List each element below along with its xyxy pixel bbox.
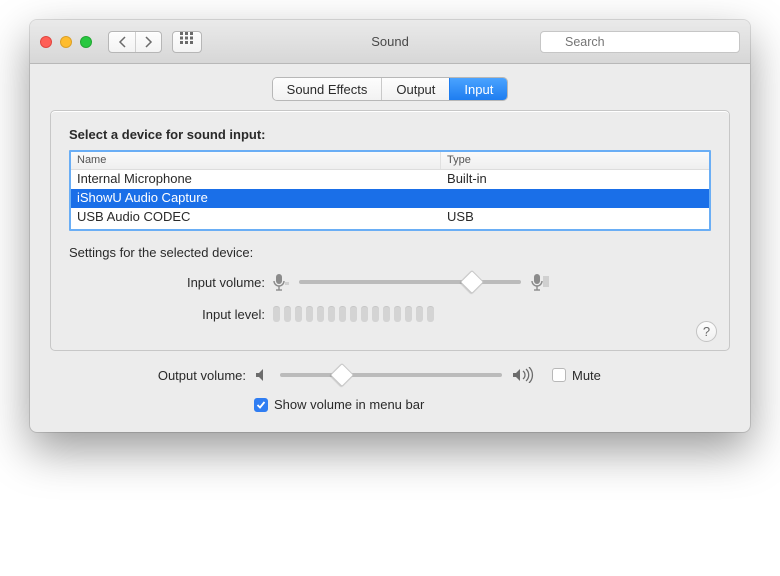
window-controls [40,36,92,48]
show-all-button[interactable] [172,31,202,53]
input-level-row: Input level: [69,306,711,322]
zoom-button[interactable] [80,36,92,48]
tab-output[interactable]: Output [381,78,449,100]
level-segment [295,306,302,322]
input-volume-slider[interactable] [299,280,521,284]
level-segment [284,306,291,322]
titlebar: Sound [30,20,750,64]
level-segment [361,306,368,322]
output-volume-row: Output volume: [50,367,730,383]
device-name: USB Audio CODEC [71,208,441,227]
tab-sound-effects[interactable]: Sound Effects [273,78,382,100]
level-segment [416,306,423,322]
tab-bar: Sound Effects Output Input [30,64,750,110]
speaker-high-icon [512,367,534,383]
output-volume-label: Output volume: [50,368,254,383]
slider-thumb[interactable] [330,363,354,387]
device-row[interactable]: Internal Microphone Built-in [71,170,709,189]
segmented-control: Sound Effects Output Input [273,78,508,100]
level-segment [339,306,346,322]
level-segment [427,306,434,322]
back-button[interactable] [109,32,135,52]
panel-title: Select a device for sound input: [69,127,711,142]
column-type: Type [441,152,709,169]
input-panel: Select a device for sound input: Name Ty… [50,110,730,351]
window-title: Sound [371,34,409,49]
checkbox-box [552,368,566,382]
mic-low-icon [273,272,289,292]
mute-checkbox[interactable]: Mute [552,368,601,383]
mic-high-icon [531,272,551,292]
speaker-low-icon [254,367,270,383]
slider-thumb[interactable] [460,270,484,294]
device-type [441,189,709,208]
device-table: Name Type Internal Microphone Built-in i… [69,150,711,231]
level-segment [328,306,335,322]
checkbox-box [254,398,268,412]
device-row[interactable]: USB Audio CODEC USB [71,208,709,227]
level-segment [383,306,390,322]
mute-label: Mute [572,368,601,383]
level-segment [372,306,379,322]
show-volume-label: Show volume in menu bar [274,397,424,412]
input-level-meter [273,306,434,322]
device-table-header: Name Type [71,152,709,170]
level-segment [273,306,280,322]
forward-button[interactable] [135,32,161,52]
help-button[interactable]: ? [696,321,717,342]
show-volume-row: Show volume in menu bar [50,397,730,412]
device-name: iShowU Audio Capture [71,189,441,208]
output-volume-slider[interactable] [280,373,502,377]
level-segment [306,306,313,322]
column-name: Name [71,152,441,169]
level-segment [394,306,401,322]
level-segment [405,306,412,322]
sound-preferences-window: Sound Sound Effects Output Input Select … [30,20,750,432]
input-volume-row: Input volume: [69,272,711,292]
level-segment [317,306,324,322]
nav-back-forward [108,31,162,53]
device-row[interactable]: iShowU Audio Capture [71,189,709,208]
search-input[interactable] [540,31,740,53]
global-output-section: Output volume: [30,361,750,432]
level-segment [350,306,357,322]
device-type: USB [441,208,709,227]
close-button[interactable] [40,36,52,48]
input-volume-label: Input volume: [69,275,273,290]
show-volume-checkbox[interactable]: Show volume in menu bar [254,397,424,412]
device-type: Built-in [441,170,709,189]
input-level-label: Input level: [69,307,273,322]
device-name: Internal Microphone [71,170,441,189]
minimize-button[interactable] [60,36,72,48]
settings-label: Settings for the selected device: [69,245,711,260]
tab-input[interactable]: Input [449,78,507,100]
